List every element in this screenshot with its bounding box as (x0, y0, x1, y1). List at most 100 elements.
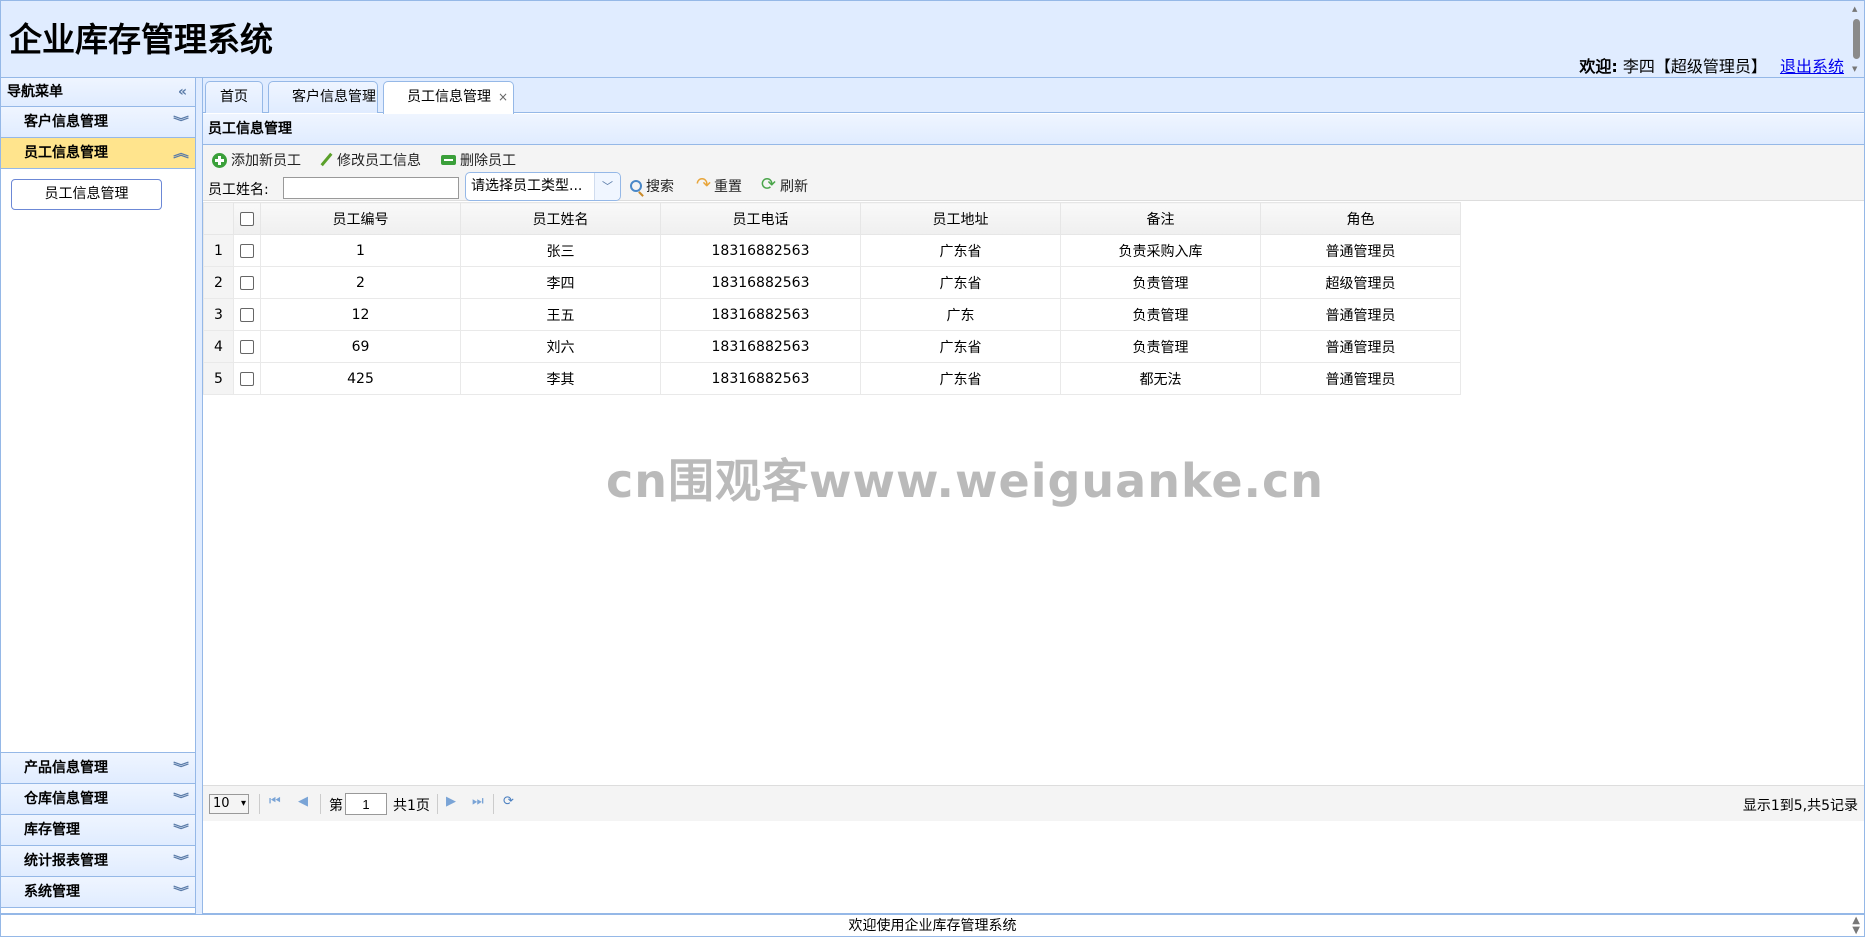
page-number-input[interactable] (345, 793, 387, 815)
table-row[interactable]: 5 425 李其 18316882563 广东省 都无法 普通管理员 (203, 362, 1461, 395)
row-number: 3 (203, 298, 234, 331)
refresh-icon[interactable]: ⟳ (503, 794, 514, 809)
next-page-icon[interactable]: ▶ (446, 794, 456, 809)
row-number: 2 (203, 266, 234, 299)
scroll-up-icon[interactable]: ▲ (1852, 5, 1857, 13)
column-header-address[interactable]: 员工地址 (860, 202, 1061, 235)
prev-page-icon[interactable]: ◀ (298, 794, 308, 809)
tab-employee-management[interactable]: 员工信息管理 × (383, 81, 514, 114)
cell-id: 2 (260, 266, 461, 299)
edit-employee-button[interactable]: 修改员工信息 (319, 150, 421, 170)
nav-section-warehouse[interactable]: 仓库信息管理 ︾ (1, 784, 195, 815)
nav-section-employee[interactable]: 员工信息管理 ︽ (1, 138, 195, 169)
cell-name: 张三 (460, 234, 661, 267)
reset-button[interactable]: 重置 (696, 174, 742, 196)
scroll-thumb[interactable] (1853, 19, 1860, 59)
cell-name: 李四 (460, 266, 661, 299)
chevron-down-icon: ▾ (240, 798, 246, 809)
page-total: 共1页 (393, 798, 430, 814)
nav-section-customer[interactable]: 客户信息管理 ︾ (1, 107, 195, 138)
scroll-arrows-icon[interactable]: ▲ ▼ (1852, 916, 1860, 936)
app-title: 企业库存管理系统 (9, 20, 273, 59)
column-header-role[interactable]: 角色 (1260, 202, 1461, 235)
table-header-row: 员工编号 员工姓名 员工电话 员工地址 备注 角色 (203, 202, 1461, 235)
current-user: 李四【超级管理员】 (1622, 57, 1767, 76)
table-row[interactable]: 2 2 李四 18316882563 广东省 负责管理 超级管理员 (203, 266, 1461, 299)
cell-phone: 18316882563 (660, 298, 861, 331)
cell-phone: 18316882563 (660, 266, 861, 299)
pagination-bar: 10 ▾ ⏮ ◀ 第 共1页 ▶ ⏭ ⟳ 显示1到5,共5记录 (203, 785, 1864, 821)
logout-link[interactable]: 退出系统 (1780, 57, 1844, 76)
cell-address: 广东省 (860, 266, 1061, 299)
close-icon[interactable]: × (498, 82, 508, 112)
table-row[interactable]: 4 69 刘六 18316882563 广东省 负责管理 普通管理员 (203, 330, 1461, 363)
cell-remark: 负责采购入库 (1060, 234, 1261, 267)
table-row[interactable]: 1 1 张三 18316882563 广东省 负责采购入库 普通管理员 (203, 234, 1461, 267)
nav-section-inventory[interactable]: 库存管理 ︾ (1, 815, 195, 846)
pager-divider (259, 794, 260, 814)
cell-phone: 18316882563 (660, 330, 861, 363)
cell-role: 超级管理员 (1260, 266, 1461, 299)
cell-address: 广东省 (860, 362, 1061, 395)
page-size-select[interactable]: 10 ▾ (209, 794, 249, 814)
refresh-icon (761, 174, 776, 195)
tab-home[interactable]: 首页 (205, 81, 263, 113)
cell-role: 普通管理员 (1260, 298, 1461, 331)
delete-employee-button[interactable]: 删除员工 (441, 150, 516, 170)
first-page-icon[interactable]: ⏮ (269, 794, 281, 809)
last-page-icon[interactable]: ⏭ (472, 794, 484, 809)
column-header-remark[interactable]: 备注 (1060, 202, 1261, 235)
welcome-bar: 欢迎: 李四【超级管理员】 退出系统 (1579, 53, 1844, 77)
employee-name-input[interactable] (283, 177, 459, 199)
row-checkbox[interactable] (240, 243, 254, 258)
table-row[interactable]: 3 12 王五 18316882563 广东 负责管理 普通管理员 (203, 298, 1461, 331)
data-grid: 员工编号 员工姓名 员工电话 员工地址 备注 角色 1 1 张三 1831688… (203, 202, 1864, 785)
row-checkbox[interactable] (240, 371, 254, 386)
nav-item-employee-management[interactable]: 员工信息管理 (11, 179, 162, 210)
footer-text: 欢迎使用企业库存管理系统 (848, 918, 1017, 934)
app-header: 企业库存管理系统 欢迎: 李四【超级管理员】 退出系统 ▲ ▼ (0, 0, 1865, 78)
employee-name-label: 员工姓名: (208, 182, 269, 198)
select-all-checkbox[interactable] (240, 211, 254, 226)
cell-phone: 18316882563 (660, 234, 861, 267)
cell-remark: 负责管理 (1060, 266, 1261, 299)
employee-type-select[interactable]: 请选择员工类型... ﹀ (465, 172, 621, 201)
layout-splitter[interactable] (196, 78, 203, 914)
tab-customer-management[interactable]: 客户信息管理 × (268, 81, 378, 113)
pager-divider (320, 794, 321, 814)
search-button[interactable]: 搜索 (630, 176, 674, 196)
cell-name: 李其 (460, 362, 661, 395)
cell-remark: 负责管理 (1060, 298, 1261, 331)
column-header-id[interactable]: 员工编号 (260, 202, 461, 235)
row-checkbox-cell (233, 298, 261, 331)
cell-id: 12 (260, 298, 461, 331)
scroll-down-icon[interactable]: ▼ (1852, 65, 1857, 73)
cell-role: 普通管理员 (1260, 362, 1461, 395)
cell-id: 425 (260, 362, 461, 395)
cell-remark: 都无法 (1060, 362, 1261, 395)
row-checkbox[interactable] (240, 275, 254, 290)
row-number: 4 (203, 330, 234, 363)
reset-arrow-icon (696, 174, 711, 195)
nav-section-system[interactable]: 系统管理 ︾ (1, 877, 195, 908)
row-checkbox-cell (233, 330, 261, 363)
row-checkbox[interactable] (240, 339, 254, 354)
column-header-phone[interactable]: 员工电话 (660, 202, 861, 235)
row-number-header (203, 202, 234, 235)
nav-section-product[interactable]: 产品信息管理 ︾ (1, 753, 195, 784)
add-employee-button[interactable]: 添加新员工 (212, 150, 301, 170)
nav-section-reports[interactable]: 统计报表管理 ︾ (1, 846, 195, 877)
refresh-button[interactable]: 刷新 (761, 174, 808, 196)
close-icon[interactable]: × (362, 82, 372, 112)
chevron-down-icon[interactable]: ﹀ (594, 173, 620, 200)
cell-address: 广东 (860, 298, 1061, 331)
row-checkbox[interactable] (240, 307, 254, 322)
double-chevron-left-icon[interactable]: « (178, 78, 187, 107)
welcome-label: 欢迎: (1579, 57, 1618, 76)
cell-id: 69 (260, 330, 461, 363)
window-scrollbar[interactable]: ▲ ▼ (1851, 5, 1862, 73)
app-footer: 欢迎使用企业库存管理系统 ▲ ▼ (0, 914, 1865, 937)
column-header-name[interactable]: 员工姓名 (460, 202, 661, 235)
nav-menu-title: 导航菜单 « (1, 78, 195, 107)
page-prefix: 第 (329, 798, 343, 814)
